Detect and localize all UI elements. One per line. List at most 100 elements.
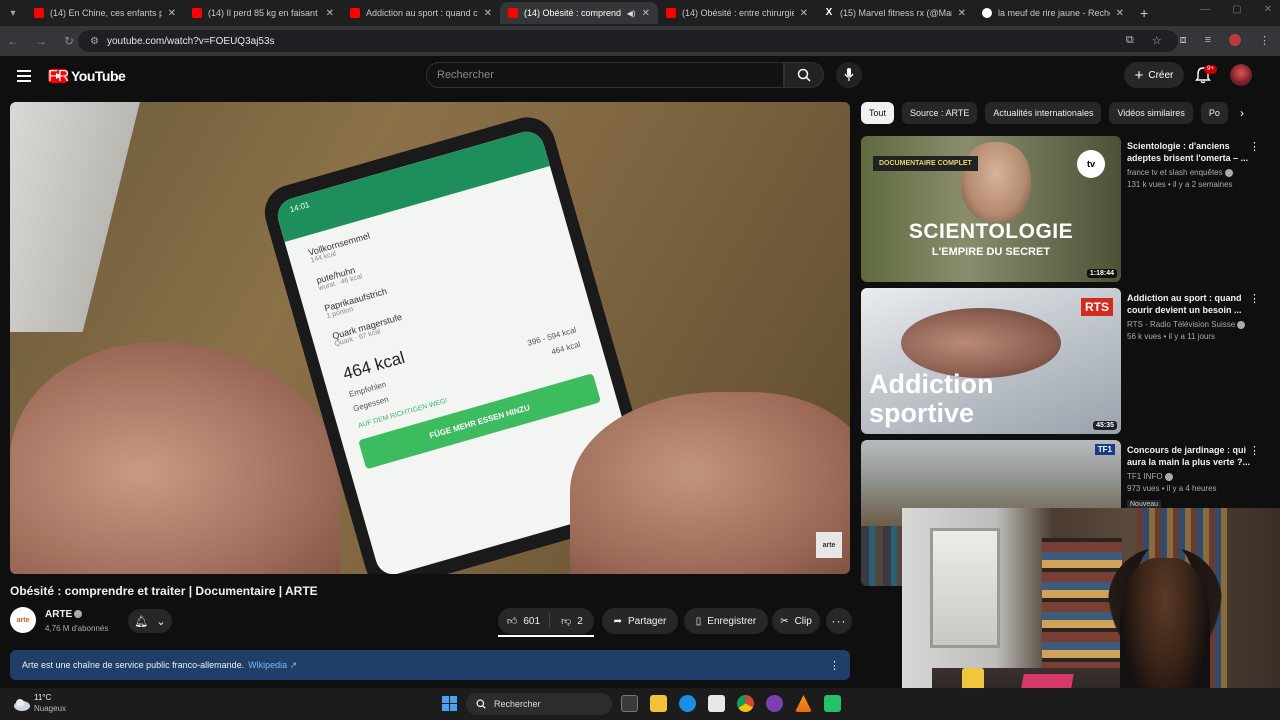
subscription-notify-button[interactable]: 🔔︎ ⌄ — [128, 609, 172, 633]
recommendation-item[interactable]: RTS Addiction sportive 45:35 Addiction au… — [861, 288, 1266, 434]
chip-all[interactable]: Tout — [861, 102, 895, 124]
create-button[interactable]: + Créer — [1124, 62, 1184, 88]
new-tab-icon[interactable]: + — [1140, 5, 1148, 21]
close-window-icon[interactable]: ✕ — [1264, 4, 1272, 15]
like-count: 601 — [523, 615, 541, 627]
microphone-icon — [844, 68, 854, 81]
bookmark-star-icon[interactable]: ☆ — [1152, 34, 1162, 47]
search-icon — [797, 68, 811, 82]
browser-tab[interactable]: (14) Obésité : entre chirurgie e ✕ — [658, 2, 816, 24]
recommendation-channel[interactable]: france tv et slash enquêtes — [1127, 168, 1251, 177]
browser-toolbar: ← → ↻ ⚙ youtube.com/watch?v=FOEUQ3aj53s … — [0, 26, 1280, 56]
channel-text: france tv et slash enquêtes — [1127, 168, 1223, 177]
browser-tab[interactable]: X (15) Marvel fitness rx (@Marve ✕ — [816, 2, 974, 24]
more-vert-icon[interactable]: ⋮ — [829, 659, 840, 672]
search-button[interactable] — [784, 62, 824, 88]
recommendation-channel[interactable]: TF1 INFO — [1127, 472, 1251, 481]
youtube-header: YouTube FR Rechercher + Créer — [0, 56, 1280, 98]
menu-icon[interactable] — [17, 70, 31, 82]
chip-similar-videos[interactable]: Vidéos similaires — [1109, 102, 1193, 124]
minimize-icon[interactable]: — — [1200, 4, 1210, 15]
dislike-button[interactable]: 👎︎ 2 — [550, 615, 594, 628]
search-input[interactable]: Rechercher — [426, 62, 784, 88]
close-icon[interactable]: ✕ — [1116, 8, 1124, 19]
profile-icon[interactable] — [1229, 34, 1241, 46]
reload-icon[interactable]: ↻ — [62, 34, 76, 48]
browser-tab[interactable]: (14) Il perd 85 kg en faisant de ✕ — [184, 2, 342, 24]
weather-condition: Nuageux — [34, 704, 67, 713]
taskbar-search[interactable]: Rechercher — [466, 693, 612, 715]
task-view-icon[interactable] — [621, 695, 638, 712]
install-icon[interactable]: ⧉ — [1126, 34, 1134, 47]
thumbnail-title: SCIENTOLOGIE — [908, 220, 1074, 243]
close-icon[interactable]: ✕ — [168, 8, 176, 19]
close-icon[interactable]: ✕ — [326, 8, 334, 19]
video-thumbnail[interactable]: DOCUMENTAIRE COMPLET tv SCIENTOLOGIE L'E… — [861, 136, 1121, 282]
clip-button[interactable]: ✂ Clip — [772, 608, 820, 634]
browser-tab[interactable]: (14) En Chine, ces enfants porte ✕ — [26, 2, 184, 24]
media-icon[interactable]: ≡ — [1205, 34, 1211, 47]
back-icon[interactable]: ← — [6, 34, 20, 48]
youtube-icon — [350, 8, 360, 18]
phone-time: 14:01 — [288, 199, 311, 215]
like-button[interactable]: 👍︎ 601 — [498, 613, 550, 629]
recommendation-title[interactable]: Concours de jardinage : qui aura la main… — [1127, 444, 1251, 468]
tab-search-icon[interactable]: ▾ — [0, 0, 26, 26]
browser-tab[interactable]: la meuf de rire jaune - Recherc ✕ — [974, 2, 1132, 24]
cloud-weather-icon[interactable] — [12, 694, 32, 714]
chevron-right-icon[interactable]: › — [1240, 106, 1244, 120]
more-vert-icon[interactable]: ⋮ — [1249, 292, 1260, 305]
channel-avatar[interactable]: arte — [10, 607, 36, 633]
webcam-window — [930, 528, 1000, 648]
channel-name[interactable]: ARTE — [45, 609, 83, 620]
chip-source-arte[interactable]: Source : ARTE — [902, 102, 978, 124]
browser-tab[interactable]: Addiction au sport : quand cou ✕ — [342, 2, 500, 24]
recommendation-item[interactable]: DOCUMENTAIRE COMPLET tv SCIENTOLOGIE L'E… — [861, 136, 1266, 282]
video-thumbnail[interactable]: RTS Addiction sportive 45:35 — [861, 288, 1121, 434]
chip-international-news[interactable]: Actualités internationales — [985, 102, 1102, 124]
maximize-icon[interactable]: ▢ — [1232, 4, 1241, 15]
close-icon[interactable]: ✕ — [800, 8, 808, 19]
share-button[interactable]: ➦ Partager — [602, 608, 678, 634]
like-dislike-group: 👍︎ 601 👎︎ 2 — [498, 608, 594, 634]
chip-more[interactable]: Po — [1200, 102, 1228, 124]
voice-search-button[interactable] — [836, 62, 862, 88]
wikipedia-link[interactable]: Wikipedia ↗ — [248, 660, 297, 671]
more-vert-icon[interactable]: ⋮ — [1249, 140, 1260, 153]
browser-tab-active[interactable]: (14) Obésité : comprendre ◀) ✕ — [500, 2, 658, 24]
windows-start-icon[interactable] — [442, 696, 457, 711]
chevron-down-icon: ⌄ — [156, 615, 166, 628]
account-avatar[interactable] — [1230, 64, 1252, 86]
close-icon[interactable]: ✕ — [484, 8, 492, 19]
speaker-icon[interactable]: ◀) — [627, 9, 636, 18]
menu-dots-icon[interactable]: ⋮ — [1259, 34, 1270, 47]
recommendation-info: Scientologie : d'anciens adeptes brisent… — [1127, 140, 1251, 189]
app-icon[interactable] — [824, 695, 841, 712]
store-icon[interactable] — [708, 695, 725, 712]
vlc-icon[interactable] — [795, 695, 812, 712]
forward-icon[interactable]: → — [34, 34, 48, 48]
rts-logo: RTS — [1081, 298, 1113, 316]
save-label: Enregistrer — [707, 615, 757, 627]
edge-icon[interactable] — [679, 695, 696, 712]
close-icon[interactable]: ✕ — [958, 8, 966, 19]
address-bar[interactable]: ⚙ youtube.com/watch?v=FOEUQ3aj53s — [78, 30, 1178, 52]
close-icon[interactable]: ✕ — [642, 8, 650, 19]
video-description-box[interactable]: Arte est une chaîne de service public fr… — [10, 650, 850, 680]
recommendation-title[interactable]: Scientologie : d'anciens adeptes brisent… — [1127, 140, 1251, 164]
video-title: Obésité : comprendre et traiter | Docume… — [10, 584, 318, 598]
recommendation-title[interactable]: Addiction au sport : quand courir devien… — [1127, 292, 1251, 316]
recommendation-channel[interactable]: RTS - Radio Télévision Suisse — [1127, 320, 1251, 329]
video-player[interactable]: 14:01 Vollkornsemmel 144 kcal pute/huhn wu… — [10, 102, 850, 574]
youtube-icon — [192, 8, 202, 18]
file-explorer-icon[interactable] — [650, 695, 667, 712]
save-button[interactable]: ▯ Enregistrer — [684, 608, 768, 634]
more-vert-icon[interactable]: ⋮ — [1249, 444, 1260, 457]
chrome-icon[interactable] — [737, 695, 754, 712]
firefox-icon[interactable] — [766, 695, 783, 712]
more-actions-icon[interactable]: ··· — [826, 608, 852, 634]
site-info-icon[interactable]: ⚙ — [90, 36, 99, 47]
bookmark-icon: ▯ — [695, 615, 702, 627]
extensions-icon[interactable]: ⧈ — [1180, 34, 1187, 47]
subscriber-count: 4,76 M d'abonnés — [45, 624, 109, 633]
